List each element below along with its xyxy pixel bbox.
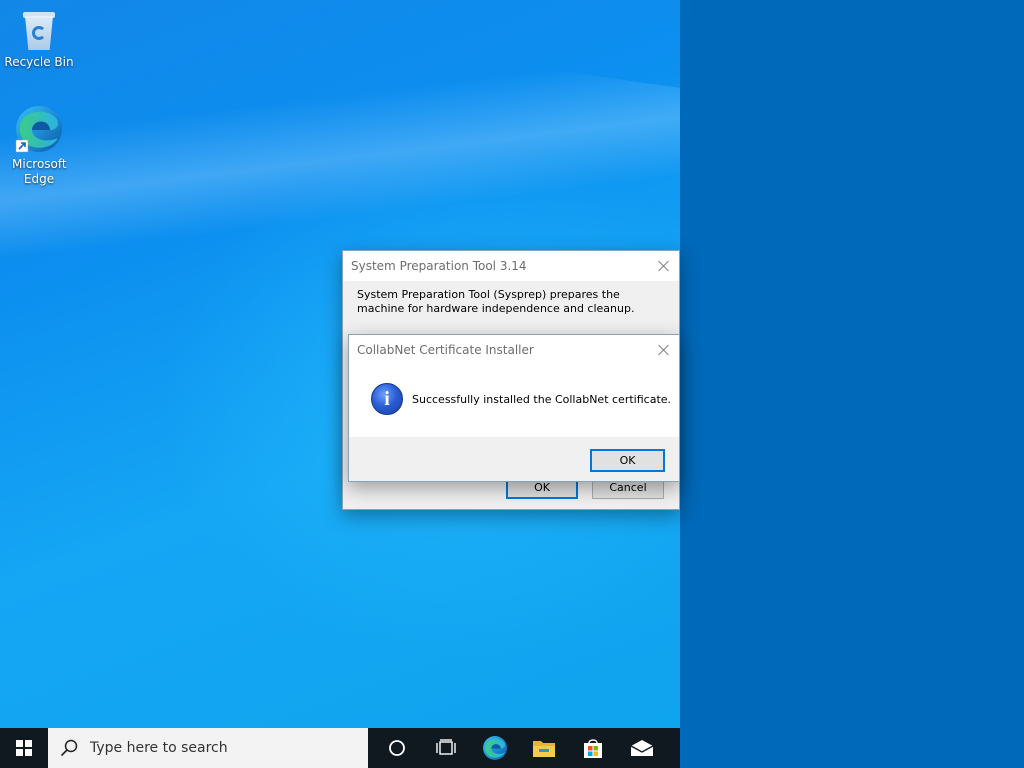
collabnet-message-box[interactable]: CollabNet Certificate Installer i Succes… <box>348 334 680 482</box>
windows-logo-icon <box>16 740 32 756</box>
recycle-bin-icon <box>20 8 58 52</box>
taskbar-edge-button[interactable] <box>470 728 519 768</box>
taskbar-store-button[interactable] <box>568 728 617 768</box>
message-box-titlebar[interactable]: CollabNet Certificate Installer <box>349 335 679 365</box>
desktop-icon-recycle-bin[interactable]: Recycle Bin <box>1 8 77 70</box>
cortana-icon <box>388 740 405 756</box>
sysprep-titlebar[interactable]: System Preparation Tool 3.14 <box>343 251 679 281</box>
desktop-icon-label: Recycle Bin <box>4 55 74 69</box>
taskbar: Type here to search <box>0 728 680 768</box>
desktop-right-pane <box>680 0 1024 768</box>
message-box-title: CollabNet Certificate Installer <box>357 343 534 357</box>
message-box-close-button[interactable] <box>649 335 679 365</box>
task-view-button[interactable] <box>421 728 470 768</box>
taskbar-search-box[interactable]: Type here to search <box>48 728 368 768</box>
task-view-icon <box>435 739 456 755</box>
start-button[interactable] <box>0 728 48 768</box>
edge-icon <box>15 106 62 153</box>
close-icon <box>658 260 670 272</box>
message-box-ok-button[interactable]: OK <box>590 449 665 472</box>
edge-icon <box>482 736 507 760</box>
sysprep-title: System Preparation Tool 3.14 <box>351 259 527 273</box>
desktop-icon-microsoft-edge[interactable]: Microsoft Edge <box>1 104 77 187</box>
sysprep-description: System Preparation Tool (Sysprep) prepar… <box>357 288 635 315</box>
sysprep-close-button[interactable] <box>649 251 679 281</box>
taskbar-file-explorer-button[interactable] <box>519 728 568 768</box>
search-placeholder: Type here to search <box>90 740 228 756</box>
desktop-icon-label: Microsoft Edge <box>12 157 67 186</box>
store-icon <box>583 739 602 758</box>
close-icon <box>658 344 670 356</box>
cortana-button[interactable] <box>372 728 421 768</box>
mail-icon <box>630 740 653 756</box>
taskbar-mail-button[interactable] <box>617 728 666 768</box>
info-icon: i <box>371 383 403 415</box>
file-explorer-icon <box>532 741 555 757</box>
message-box-body: i Successfully installed the CollabNet c… <box>349 365 679 437</box>
message-text: Successfully installed the CollabNet cer… <box>412 393 672 406</box>
search-icon <box>60 739 78 757</box>
